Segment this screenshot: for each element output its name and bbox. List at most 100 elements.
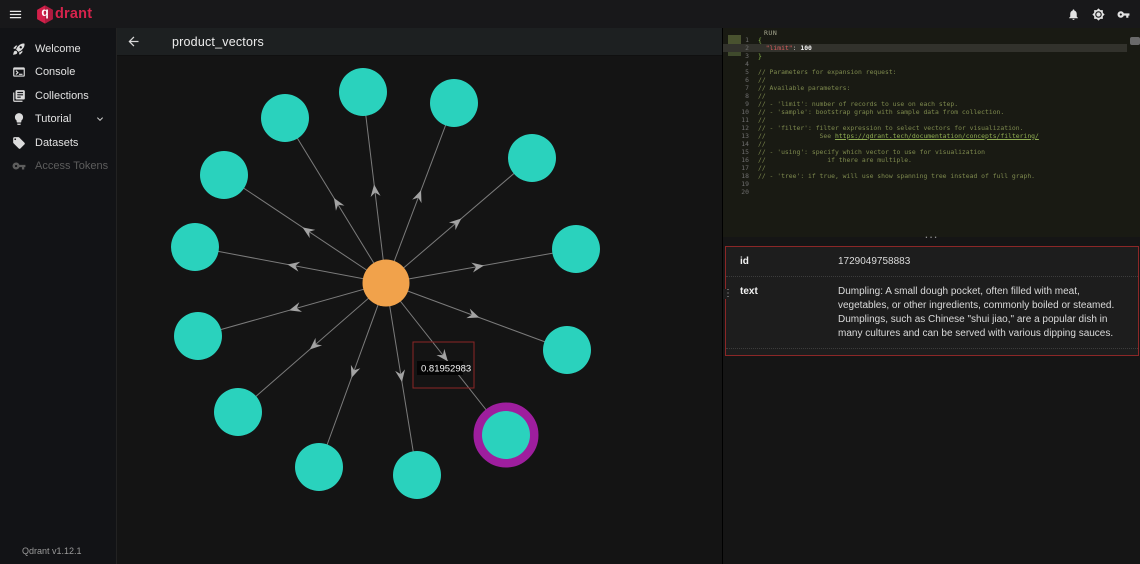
graph-node[interactable]: [552, 225, 600, 273]
notifications-icon[interactable]: [1067, 8, 1080, 21]
line-number: 1: [723, 36, 749, 44]
graph-header: product_vectors: [117, 28, 722, 56]
sidebar-item-label: Datasets: [35, 137, 78, 149]
chevron-down-icon: [94, 113, 106, 125]
topbar-actions: [1067, 8, 1130, 21]
query-editor[interactable]: RUN 1{2 "limit": 1003}45// Parameters fo…: [723, 28, 1140, 237]
line-number: 7: [723, 84, 749, 92]
sidebar-item-label: Tutorial: [35, 113, 71, 125]
qdrant-app: q drant Welcome Console Collections Tutoria…: [0, 0, 1140, 564]
graph-node-selected[interactable]: [482, 411, 530, 459]
code-line: 20: [723, 188, 1127, 196]
sidebar-item-label: Collections: [35, 90, 89, 102]
graph-node[interactable]: [295, 443, 343, 491]
line-number: 17: [723, 164, 749, 172]
panel-resize-handle[interactable]: ...: [723, 229, 1140, 243]
tag-icon: [12, 136, 26, 150]
terminal-icon: [12, 65, 26, 79]
graph-node[interactable]: [543, 326, 591, 374]
console-panel: RUN 1{2 "limit": 1003}45// Parameters fo…: [722, 28, 1140, 564]
line-number: 18: [723, 172, 749, 180]
code-line: 17//: [723, 164, 1127, 172]
logo-text: drant: [55, 6, 92, 22]
app-bar: q drant: [0, 0, 1140, 28]
graph-node[interactable]: [171, 223, 219, 271]
detail-value: Dumpling: A small dough pocket, often fi…: [838, 285, 1128, 341]
sidebar-item-console[interactable]: Console: [0, 61, 116, 85]
code-lines[interactable]: 1{2 "limit": 1003}45// Parameters for ex…: [723, 36, 1127, 196]
sidebar-item-label: Access Tokens: [35, 160, 108, 172]
detail-key: text: [740, 285, 838, 299]
graph-node[interactable]: [393, 451, 441, 499]
code-line: 5// Parameters for expansion request:: [723, 68, 1127, 76]
graph-edge-arrow: [369, 184, 380, 197]
line-number: 16: [723, 156, 749, 164]
graph-edge-arrow: [449, 215, 465, 230]
line-number: 10: [723, 108, 749, 116]
menu-icon[interactable]: [8, 7, 23, 22]
code-line: 1{: [723, 36, 1127, 44]
collection-title: product_vectors: [172, 35, 264, 49]
sidebar-item-access-tokens[interactable]: Access Tokens: [0, 155, 116, 179]
library-icon: [12, 89, 26, 103]
graph-edge-arrow: [412, 188, 426, 203]
line-number: 9: [723, 100, 749, 108]
line-number: 8: [723, 92, 749, 100]
rocket-icon: [12, 42, 26, 56]
graph-edge-arrow: [471, 261, 485, 273]
logo-letter: q: [36, 5, 54, 19]
app-version: Qdrant v1.12.1: [22, 546, 82, 556]
graph-node[interactable]: [261, 94, 309, 142]
line-number: 20: [723, 188, 749, 196]
sidebar-item-label: Console: [35, 66, 75, 78]
code-line: 15// - 'using': specify which vector to …: [723, 148, 1127, 156]
graph-center-node[interactable]: [363, 260, 410, 307]
point-detail-panel: ⋮ id1729049758883textDumpling: A small d…: [725, 246, 1139, 356]
vector-graph[interactable]: 0.81952983: [117, 28, 722, 564]
sidebar-item-datasets[interactable]: Datasets: [0, 131, 116, 155]
line-number: 5: [723, 68, 749, 76]
line-number: 12: [723, 124, 749, 132]
graph-edge-arrow: [287, 260, 301, 272]
detail-value: 1729049758883: [838, 255, 1128, 269]
code-line: 6//: [723, 76, 1127, 84]
sidebar: Welcome Console Collections Tutorial Dataset…: [0, 28, 117, 564]
graph-node[interactable]: [430, 79, 478, 127]
graph-node[interactable]: [200, 151, 248, 199]
graph-node[interactable]: [174, 312, 222, 360]
detail-row: textDumpling: A small dough pocket, ofte…: [726, 277, 1138, 349]
sidebar-item-welcome[interactable]: Welcome: [0, 37, 116, 61]
bulb-icon: [12, 112, 26, 126]
theme-toggle-icon[interactable]: [1092, 8, 1105, 21]
detail-key: id: [740, 255, 838, 269]
line-number: 6: [723, 76, 749, 84]
code-line: 4: [723, 60, 1127, 68]
code-line: 18// - 'tree': if true, will use show sp…: [723, 172, 1127, 180]
detail-row: id1729049758883: [726, 247, 1138, 277]
graph-node[interactable]: [339, 68, 387, 116]
graph-edge-arrow: [347, 365, 361, 380]
line-number: 11: [723, 116, 749, 124]
sidebar-item-collections[interactable]: Collections: [0, 84, 116, 108]
graph-edge-arrow: [395, 369, 407, 382]
sidebar-item-tutorial[interactable]: Tutorial: [0, 108, 116, 132]
graph-node[interactable]: [508, 134, 556, 182]
graph-node[interactable]: [214, 388, 262, 436]
line-number: 19: [723, 180, 749, 188]
back-button[interactable]: [126, 34, 141, 49]
graph-panel: 0.81952983 product_vectors: [117, 28, 722, 564]
code-line: 2 "limit": 100: [723, 44, 1127, 52]
api-key-icon[interactable]: [1117, 8, 1130, 21]
graph-edge-arrow: [288, 302, 302, 315]
code-line: 8//: [723, 92, 1127, 100]
panel-drag-handle[interactable]: ⋮: [723, 289, 733, 299]
line-number: 3: [723, 52, 749, 60]
editor-scrollbar[interactable]: [1130, 37, 1140, 45]
sidebar-item-label: Welcome: [35, 43, 81, 55]
key-icon: [12, 159, 26, 173]
code-line: 9// - 'limit': number of records to use …: [723, 100, 1127, 108]
line-number: 14: [723, 140, 749, 148]
code-line: 19: [723, 180, 1127, 188]
code-line: 3}: [723, 52, 1127, 60]
qdrant-logo: q drant: [36, 4, 92, 25]
